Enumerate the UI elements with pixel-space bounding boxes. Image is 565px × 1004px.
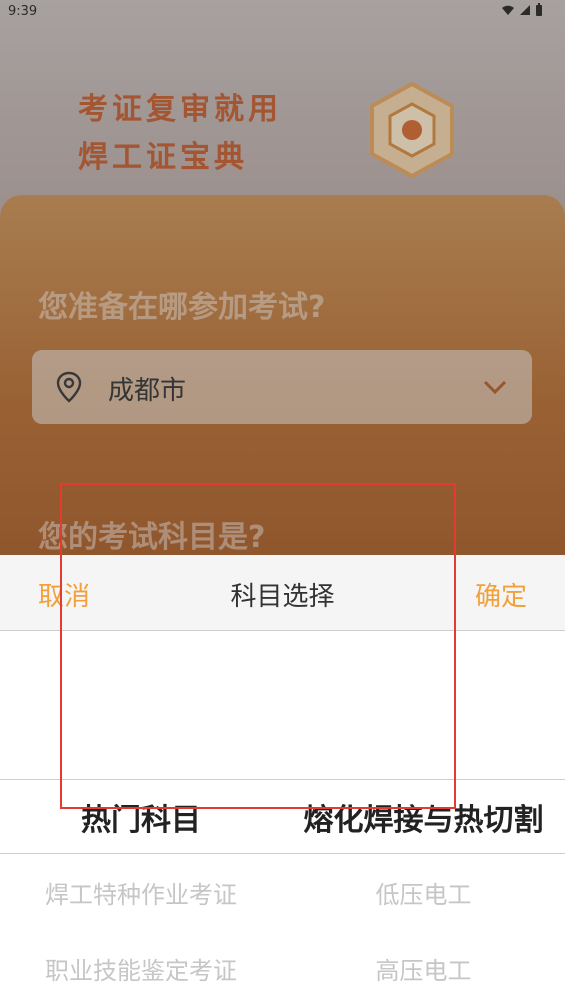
picker-right-option[interactable]: 低压电工 — [282, 875, 565, 910]
battery-icon — [536, 3, 542, 16]
picker-left-option[interactable]: 职业技能鉴定考证 — [0, 951, 282, 986]
picker-right-option[interactable]: 高压电工 — [282, 951, 565, 986]
picker-bottom-divider — [0, 853, 565, 854]
dim-overlay — [0, 0, 565, 556]
wifi-icon — [502, 5, 514, 15]
confirm-button[interactable]: 确定 — [475, 576, 527, 613]
highlight-box — [60, 483, 456, 809]
picker-left-option[interactable]: 焊工特种作业考证 — [0, 875, 282, 910]
signal-icon — [520, 5, 530, 15]
status-bar: 9:39 — [0, 0, 565, 24]
status-time: 9:39 — [8, 4, 38, 19]
